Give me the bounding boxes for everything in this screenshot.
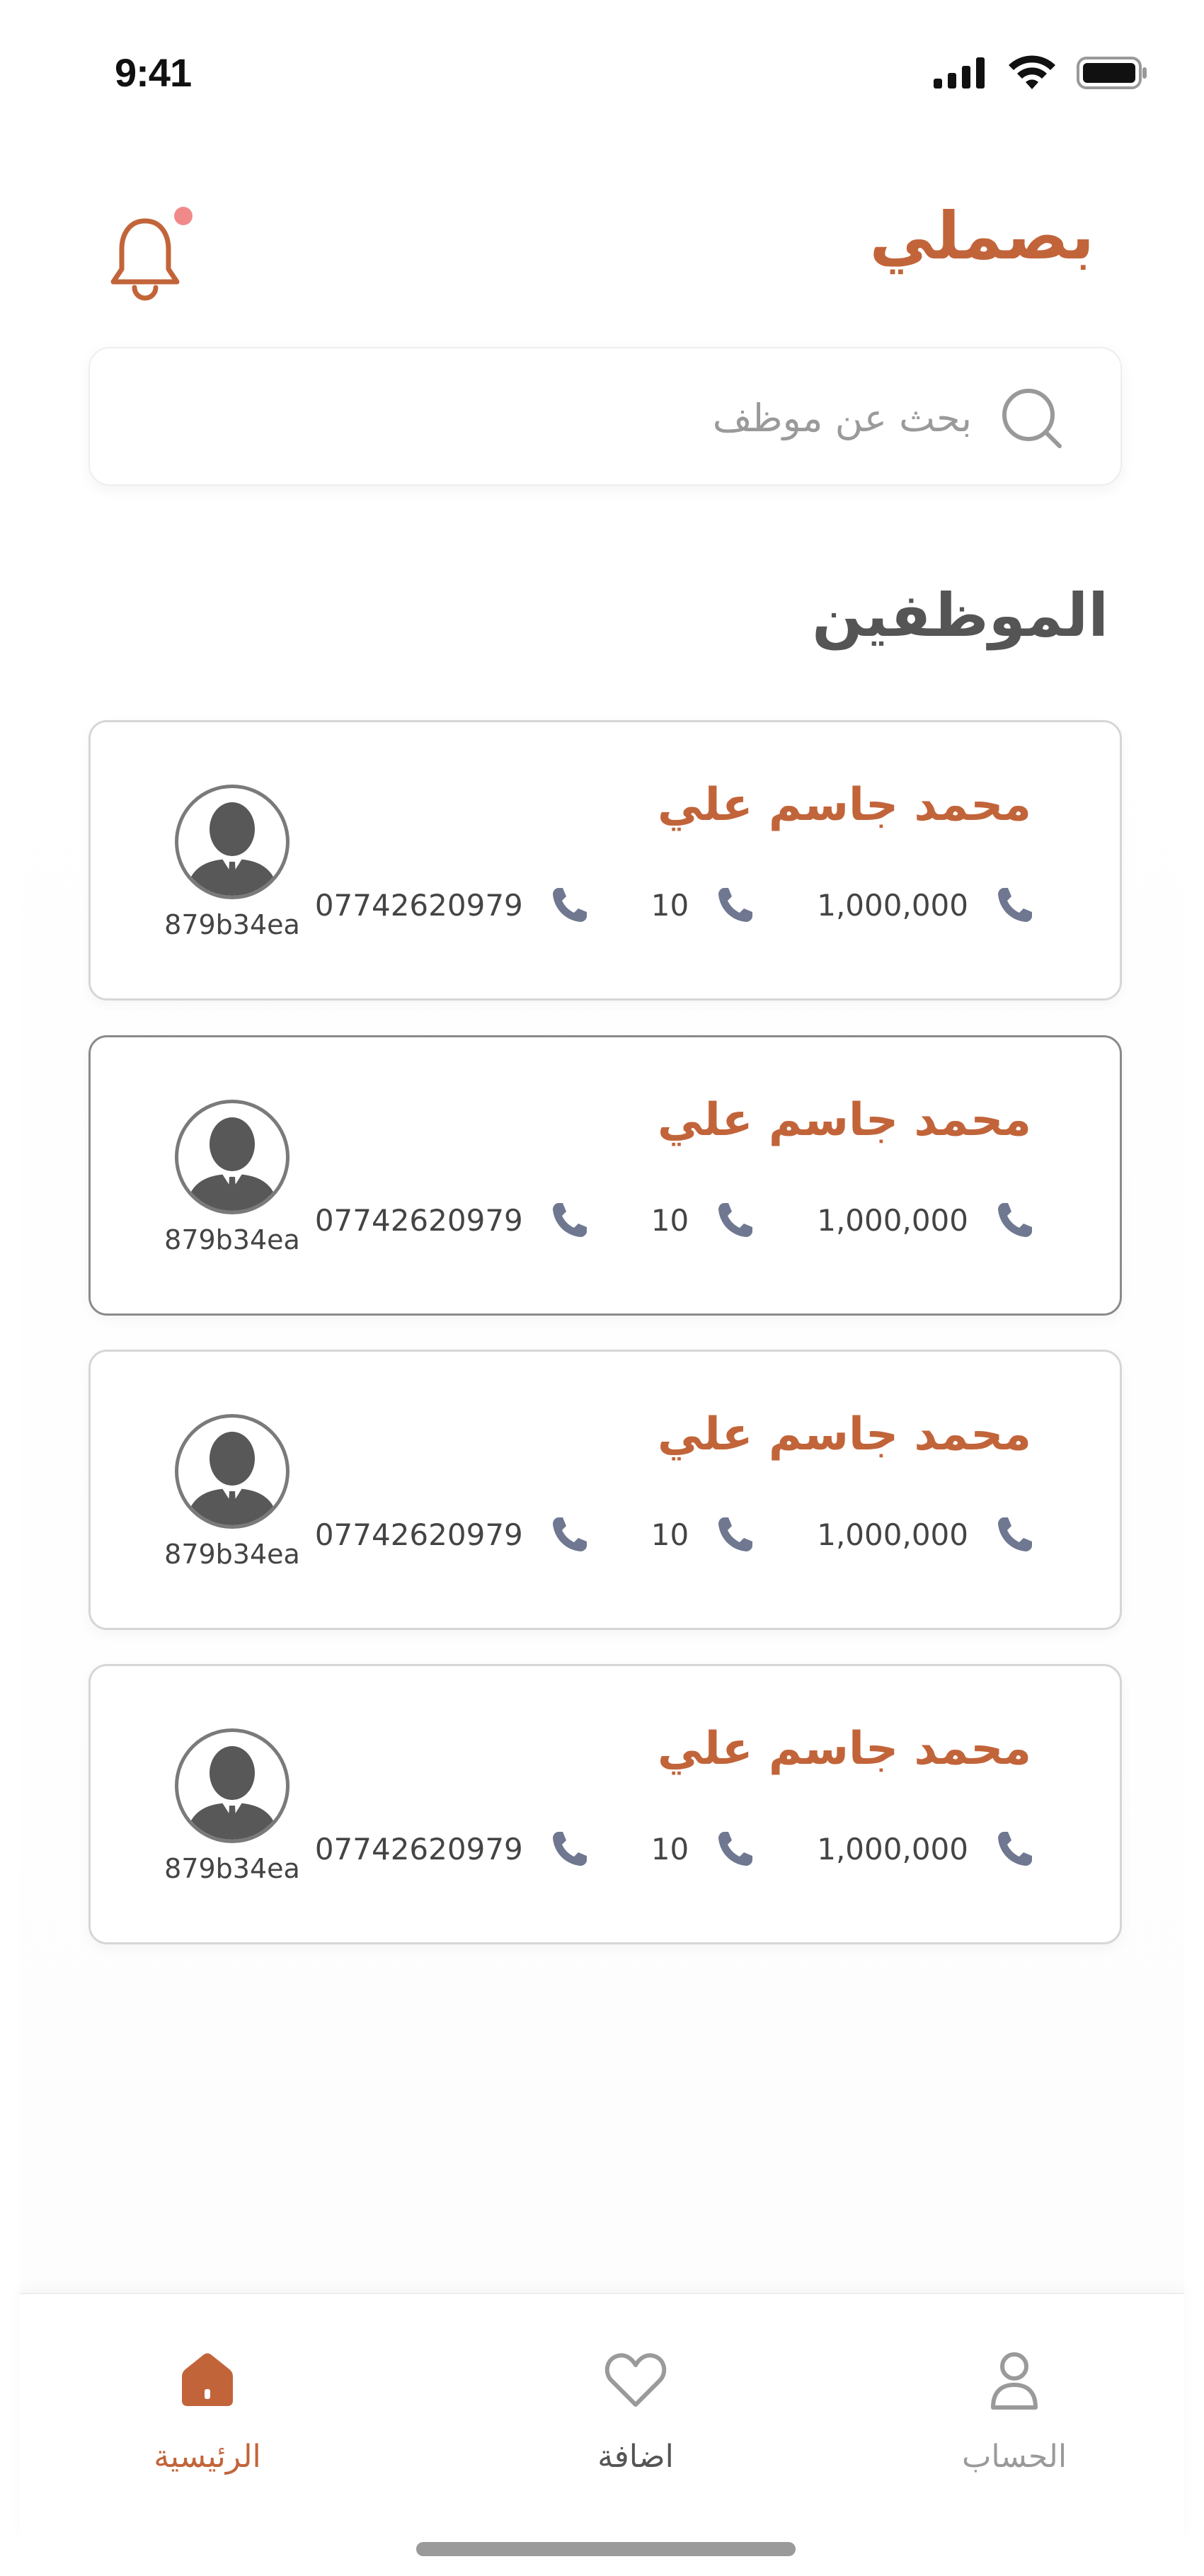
person-avatar-icon (185, 1432, 279, 1525)
notification-dot (174, 207, 193, 225)
phone-icon (552, 1517, 587, 1551)
employee-info-row: 1,000,000 10 07742620979 (315, 1828, 1036, 1870)
phone-item: 07742620979 (315, 1828, 591, 1870)
signal-icon (934, 57, 985, 89)
phone-icon (552, 888, 587, 922)
phone-value: 07742620979 (314, 1202, 523, 1238)
employee-card[interactable]: محمد جاسم علي 1,000,000 10 07742620979 8… (88, 1035, 1122, 1316)
phone-icon (718, 888, 753, 922)
nav-item-home[interactable]: الرئيسية (101, 2344, 314, 2475)
status-icons (934, 55, 1147, 91)
bottom-navigation: الرئيسية اضافة الحساب (20, 2293, 1184, 2537)
phone-icon (998, 888, 1032, 922)
employee-name: محمد جاسم علي (657, 1094, 1031, 1146)
section-title: الموظفين (812, 581, 1108, 650)
phone-icon (718, 1832, 753, 1866)
search-input[interactable] (335, 382, 972, 453)
phone-value: 07742620979 (314, 1831, 523, 1867)
salary-item: 1,000,000 (817, 1199, 1036, 1241)
nav-label-home: الرئيسية (154, 2439, 261, 2475)
employee-info-row: 1,000,000 10 07742620979 (315, 1199, 1036, 1241)
bell-icon (110, 218, 180, 301)
salary-item: 1,000,000 (817, 1513, 1036, 1556)
employee-name: محمد جاسم علي (657, 1723, 1031, 1775)
days-value: 10 (650, 1517, 689, 1552)
employee-code: 879b34ea (164, 1539, 300, 1570)
nav-item-account[interactable]: الحساب (908, 2344, 1120, 2475)
salary-item: 1,000,000 (817, 884, 1036, 926)
days-item: 10 (651, 1828, 757, 1870)
employee-name: محمد جاسم علي (657, 1408, 1031, 1461)
phone-icon (998, 1832, 1032, 1866)
person-avatar-icon (185, 1746, 279, 1840)
phone-icon (718, 1203, 753, 1237)
phone-icon (718, 1517, 753, 1551)
home-indicator (416, 2542, 796, 2556)
avatar-block: 879b34ea (161, 1100, 303, 1255)
employee-card[interactable]: محمد جاسم علي 1,000,000 10 07742620979 8… (88, 720, 1122, 1001)
days-value: 10 (650, 887, 689, 923)
notifications-button[interactable] (106, 207, 193, 301)
avatar (175, 1414, 289, 1529)
days-value: 10 (650, 1831, 689, 1867)
phone-icon (998, 1517, 1032, 1551)
nav-label-add: اضافة (597, 2439, 674, 2475)
employee-code: 879b34ea (164, 1224, 300, 1255)
avatar (175, 1728, 289, 1843)
avatar-block: 879b34ea (161, 1414, 303, 1570)
nav-label-account: الحساب (961, 2439, 1067, 2475)
phone-icon (998, 1203, 1032, 1237)
phone-value: 07742620979 (314, 1517, 523, 1552)
app-brand-title: بصملي (869, 198, 1094, 274)
salary-value: 1,000,000 (817, 1517, 968, 1552)
employee-card[interactable]: محمد جاسم علي 1,000,000 10 07742620979 8… (88, 1664, 1122, 1944)
phone-item: 07742620979 (315, 884, 591, 926)
phone-item: 07742620979 (315, 1199, 591, 1241)
search-icon[interactable] (997, 384, 1065, 452)
salary-value: 1,000,000 (817, 1831, 968, 1867)
heart-icon (604, 2353, 667, 2407)
phone-item: 07742620979 (315, 1513, 591, 1556)
wifi-icon (1009, 55, 1055, 89)
app-header: بصملي (0, 163, 1204, 304)
employee-info-row: 1,000,000 10 07742620979 (315, 1513, 1036, 1556)
person-avatar-icon (185, 802, 279, 896)
nav-item-add[interactable]: اضافة (529, 2344, 742, 2475)
employee-card[interactable]: محمد جاسم علي 1,000,000 10 07742620979 8… (88, 1350, 1122, 1630)
status-time: 9:41 (115, 50, 192, 95)
battery-icon (1077, 57, 1147, 89)
status-bar: 9:41 (0, 0, 1204, 142)
employee-info-row: 1,000,000 10 07742620979 (315, 884, 1036, 926)
phone-icon (552, 1203, 587, 1237)
employee-code: 879b34ea (164, 909, 300, 940)
salary-value: 1,000,000 (817, 1202, 968, 1238)
avatar-block: 879b34ea (161, 1728, 303, 1884)
person-avatar-icon (185, 1117, 279, 1211)
employee-name: محمد جاسم علي (657, 779, 1031, 831)
avatar (175, 785, 289, 899)
employee-code: 879b34ea (164, 1853, 300, 1884)
salary-item: 1,000,000 (817, 1828, 1036, 1870)
days-value: 10 (650, 1202, 689, 1238)
search-bar (88, 347, 1122, 486)
salary-value: 1,000,000 (817, 887, 968, 923)
avatar (175, 1100, 289, 1214)
home-icon (182, 2353, 233, 2406)
avatar-block: 879b34ea (161, 785, 303, 940)
days-item: 10 (651, 1199, 757, 1241)
phone-icon (552, 1832, 587, 1866)
user-icon (991, 2352, 1038, 2410)
days-item: 10 (651, 884, 757, 926)
phone-value: 07742620979 (314, 887, 523, 923)
days-item: 10 (651, 1513, 757, 1556)
